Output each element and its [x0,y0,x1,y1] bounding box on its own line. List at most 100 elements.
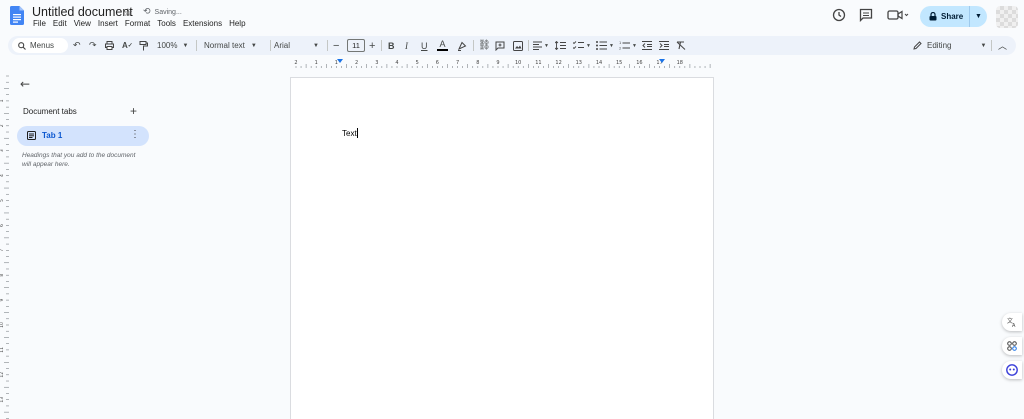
highlight-icon[interactable] [457,36,467,55]
svg-text:2: 2 [619,47,621,51]
ruler-label: 4 [395,60,398,66]
italic-icon[interactable]: I [405,36,408,55]
decrease-indent-icon[interactable] [642,36,652,55]
document-title[interactable]: Untitled document [32,5,133,19]
ruler-label: 6 [0,224,5,227]
menu-bar: File Edit View Insert Format Tools Exten… [33,19,253,28]
document-body[interactable]: Text [342,128,358,138]
editing-mode-select[interactable]: Editing ▼ [913,36,986,55]
ruler-label: 10 [0,322,5,328]
save-status-label: Saving... [154,8,182,16]
ruler-label: 14 [596,60,602,66]
document-page[interactable]: Text [290,77,714,419]
share-dropdown-icon[interactable]: ▼ [970,13,987,20]
tab-1[interactable]: Tab 1 ⋮ [17,126,149,146]
numbered-list-icon: 12 [619,41,630,50]
document-tabs-title: Document tabs [23,107,77,116]
menu-tools[interactable]: Tools [157,19,180,28]
collapse-menus-icon[interactable]: ︿ [998,36,1007,55]
undo-icon[interactable]: ↶ [73,36,81,55]
search-icon [18,41,26,50]
redo-icon[interactable]: ↷ [89,36,97,55]
translate-addon-icon[interactable]: 文A [1002,313,1022,331]
lock-icon [929,12,937,21]
vertical-ruler[interactable]: 1234567891011121314 [0,70,10,419]
avatar[interactable] [996,6,1018,28]
paint-format-icon[interactable] [139,36,148,55]
comments-icon[interactable] [859,8,873,22]
menu-help[interactable]: Help [229,19,249,28]
share-label: Share [941,12,964,21]
style-select[interactable]: Normal text ▼ [204,36,257,55]
ruler-label: 1 [335,60,338,66]
align-select[interactable]: ▼ [533,36,549,55]
menu-edit[interactable]: Edit [53,19,71,28]
menu-insert[interactable]: Insert [98,19,122,28]
print-icon[interactable] [105,36,114,55]
apps-addon-icon[interactable] [1002,337,1022,355]
menus-search[interactable]: Menus [12,38,68,53]
ruler-label: 16 [636,60,642,66]
docs-logo-icon[interactable] [10,6,24,25]
save-status: ⟲ Saving... [143,7,182,17]
text-color-icon[interactable]: A [437,36,448,55]
divider [991,40,992,51]
ruler-label: 13 [576,60,582,66]
increase-indent-icon[interactable] [659,36,669,55]
line-spacing-icon[interactable] [555,36,566,55]
ruler-label: 9 [0,299,5,302]
version-history-icon[interactable] [832,8,846,22]
divider [196,40,197,51]
menu-file[interactable]: File [33,19,50,28]
menu-format[interactable]: Format [125,19,154,28]
ruler-label: 3 [375,60,378,66]
share-button[interactable]: Share ▼ [920,6,987,27]
chevron-down-icon: ▼ [544,42,549,49]
svg-text:A: A [1012,323,1016,327]
bold-icon[interactable]: B [388,36,395,55]
menu-view[interactable]: View [74,19,95,28]
text-cursor [356,128,358,138]
divider [381,40,382,51]
font-select[interactable]: Arial ▼ [274,36,319,55]
chevron-down-icon: ▼ [586,42,591,49]
add-comment-icon[interactable] [495,36,505,55]
underline-icon[interactable]: U [421,36,428,55]
font-size-input[interactable]: 11 [347,39,365,52]
toolbar: Menus ↶ ↷ A ✓ 100% ▼ Normal text ▼ Arial … [8,36,1016,55]
back-arrow-icon[interactable]: ← [20,77,30,91]
divider [270,40,271,51]
add-tab-icon[interactable]: + [130,104,137,118]
sync-icon: ⟲ [143,7,151,17]
horizontal-ruler[interactable]: 2 1 1 2 3 4 5 6 7 8 9 10 11 12 13 14 15 16 17 18 [289,58,713,69]
ruler-label: 13 [0,397,5,403]
app-header: Untitled document ☆ ⟲ Saving... File Edi… [0,0,1024,34]
checklist-select[interactable]: ▼ [573,36,591,55]
zoom-value: 100% [157,41,178,50]
bulleted-list-select[interactable]: ▼ [596,36,614,55]
zoom-select[interactable]: 100% ▼ [157,36,188,55]
meet-icon[interactable] [887,8,909,22]
ruler-label: 3 [0,149,5,152]
decrease-font-size-icon[interactable]: − [333,36,339,55]
increase-font-size-icon[interactable]: + [369,36,375,55]
clear-formatting-icon[interactable] [676,36,686,55]
menu-extensions[interactable]: Extensions [183,19,226,28]
ruler-label: 11 [535,60,541,66]
align-left-icon [533,41,542,50]
ruler-label: 5 [416,60,419,66]
link-icon[interactable]: ⛓ [478,36,491,55]
ruler-label: 2 [294,60,297,66]
chevron-down-icon: ▼ [980,42,987,49]
spellcheck-icon[interactable]: A ✓ [122,36,133,55]
numbered-list-select[interactable]: 12 ▼ [619,36,637,55]
checklist-icon [573,41,584,50]
assistant-addon-icon[interactable] [1002,361,1022,379]
more-options-icon[interactable]: ⋮ [130,129,140,140]
ruler-label: 8 [476,60,479,66]
star-icon[interactable]: ☆ [123,6,133,19]
insert-image-icon[interactable] [513,36,523,55]
ruler-label: 2 [355,60,358,66]
ruler-label: 7 [456,60,459,66]
body-text: Text [342,129,357,138]
